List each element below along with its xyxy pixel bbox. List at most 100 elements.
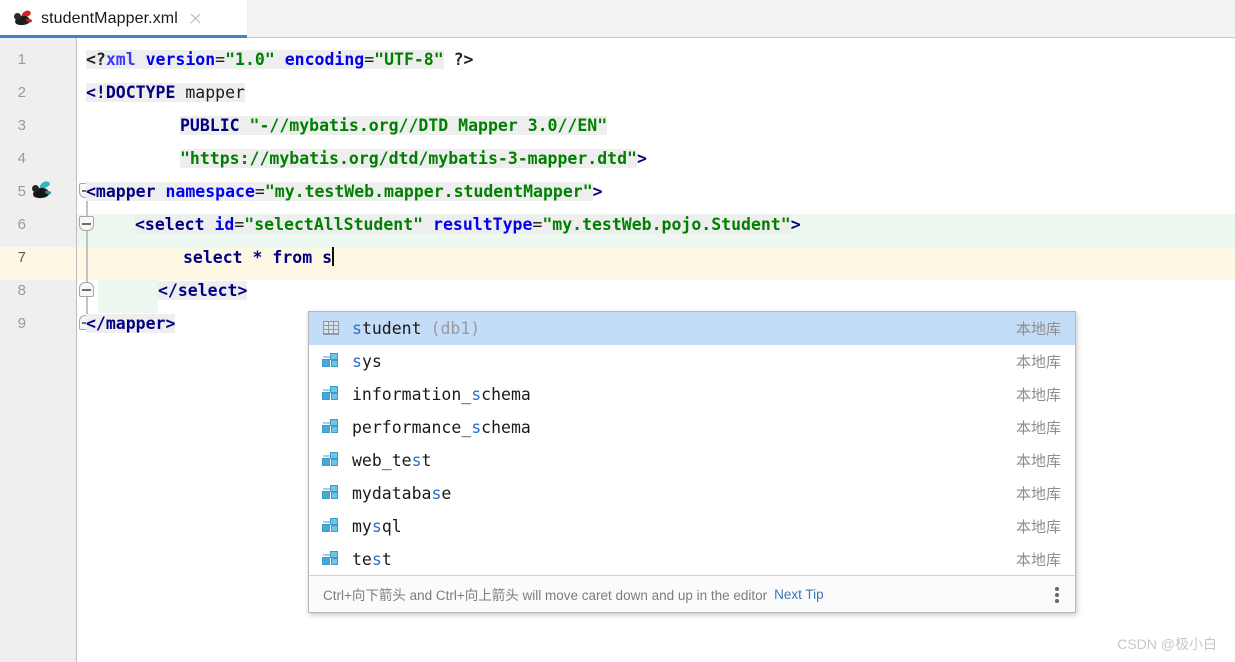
match-prefix: s (352, 352, 362, 371)
completion-item-source: 本地库 (1015, 486, 1061, 503)
completion-item-label: mydatabase (352, 484, 451, 503)
code-token-pi-close: ?> (443, 50, 474, 69)
editor-tab-title: studentMapper.xml (41, 9, 178, 27)
completion-item-source: 本地库 (1015, 519, 1061, 536)
table-icon (322, 320, 341, 337)
csdn-watermark: CSDN @极小白 (1117, 636, 1217, 652)
label-part-b: t (381, 550, 392, 569)
completion-item-label: performance_schema (352, 418, 531, 437)
label-part-a: performance_ (352, 418, 472, 437)
line-number-9: 9 (17, 315, 26, 332)
completion-item-label: web_test (352, 451, 431, 470)
completion-item-label: test (352, 550, 392, 569)
completion-item-source: 本地库 (1015, 387, 1061, 404)
line-number-6: 6 (17, 216, 26, 233)
code-token-attr-resulttype: resultType (433, 215, 533, 234)
completion-item-sys[interactable]: sys 本地库 (309, 345, 1075, 378)
label-part-b: ql (381, 517, 402, 536)
match-prefix: s (371, 550, 382, 569)
match-prefix: s (411, 451, 422, 470)
code-token-public: PUBLIC (180, 116, 240, 135)
code-token-val-id: "selectAllStudent" (244, 215, 424, 234)
code-line-4: "https://mybatis.org/dtd/mybatis-3-mappe… (180, 142, 647, 175)
completion-item-source: 本地库 (1015, 321, 1061, 338)
line-number-5: 5 (17, 183, 26, 200)
code-token-val-resulttype: "my.testWeb.pojo.Student" (542, 215, 791, 234)
label-part-a: information_ (352, 385, 472, 404)
label-rest: ys (361, 352, 382, 371)
code-eq-4: = (234, 215, 245, 234)
completion-popup-footer: Ctrl+向下箭头 and Ctrl+向上箭头 will move caret … (309, 575, 1075, 612)
code-token-close-mapper: </mapper> (86, 314, 176, 333)
schema-icon (322, 518, 341, 535)
code-token-gt: > (636, 149, 647, 168)
close-icon[interactable] (188, 11, 203, 26)
completion-item-sub: (db1) (430, 319, 481, 338)
code-token-gt-6: > (790, 215, 801, 234)
label-part-b: chema (481, 418, 531, 437)
code-token-val-encoding: "UTF-8" (374, 50, 444, 69)
completion-item-performance-schema[interactable]: performance_schema 本地库 (309, 411, 1075, 444)
code-line-6: <select id="selectAllStudent" resultType… (135, 208, 801, 241)
code-token-tag-select: <select (135, 215, 215, 234)
line-number-1: 1 (17, 51, 26, 68)
code-line-1: <?xml version="1.0" encoding="UTF-8" ?> (86, 43, 474, 76)
code-eq-5: = (532, 215, 543, 234)
label-part-a: mydataba (352, 484, 432, 503)
code-token-pi-open: <? (86, 50, 106, 69)
completion-item-mydatabase[interactable]: mydatabase 本地库 (309, 477, 1075, 510)
code-token-attr-namespace: namespace (165, 182, 255, 201)
schema-icon (322, 551, 341, 568)
code-token-xml: xml (105, 50, 136, 69)
line-number-7: 7 (17, 249, 26, 266)
editor-tab-studentmapper[interactable]: studentMapper.xml (0, 0, 247, 37)
completion-item-label: student (352, 319, 422, 338)
completion-item-test[interactable]: test 本地库 (309, 543, 1075, 576)
completion-item-information-schema[interactable]: information_schema 本地库 (309, 378, 1075, 411)
schema-icon (322, 353, 341, 370)
line-number-4: 4 (17, 150, 26, 167)
code-token-attr-version: version (145, 50, 216, 69)
code-token-sql-statement: select * from s (183, 248, 333, 267)
match-prefix: s (471, 418, 482, 437)
label-part-b: e (441, 484, 452, 503)
code-line-3: PUBLIC "-//mybatis.org//DTD Mapper 3.0//… (180, 109, 608, 142)
mybatis-gutter-icon[interactable] (31, 180, 53, 201)
completion-item-label: mysql (352, 517, 402, 536)
completion-item-label: sys (352, 352, 382, 371)
code-line-7[interactable]: select * from s (183, 241, 335, 274)
label-part-a: te (352, 550, 372, 569)
line-6-indent-block (98, 214, 134, 247)
code-token-val-version: "1.0" (225, 50, 275, 69)
code-token-attr-id: id (214, 215, 235, 234)
completion-item-mysql[interactable]: mysql 本地库 (309, 510, 1075, 543)
label-part-b: t (421, 451, 432, 470)
fold-marker-line-6[interactable] (79, 216, 94, 231)
ide-editor-window: studentMapper.xml 1 2 3 4 5 6 7 8 9 <?xm… (0, 0, 1235, 662)
completion-item-source: 本地库 (1015, 420, 1061, 437)
code-token-attr-encoding: encoding (284, 50, 365, 69)
more-options-icon[interactable] (1049, 585, 1065, 603)
completion-item-student[interactable]: student (db1) 本地库 (309, 312, 1075, 345)
code-token-dtd-system-id: "https://mybatis.org/dtd/mybatis-3-mappe… (180, 149, 637, 168)
next-tip-link[interactable]: Next Tip (774, 587, 824, 602)
match-prefix: s (352, 319, 362, 338)
schema-icon (322, 419, 341, 436)
schema-icon (322, 452, 341, 469)
completion-item-source: 本地库 (1015, 354, 1061, 371)
completion-item-label: information_schema (352, 385, 531, 404)
code-completion-popup[interactable]: student (db1) 本地库 sys 本地库 information_sc… (308, 311, 1076, 613)
code-eq: = (215, 50, 226, 69)
line-number-2: 2 (17, 84, 26, 101)
match-prefix: s (371, 517, 382, 536)
completion-item-source: 本地库 (1015, 453, 1061, 470)
fold-marker-line-8[interactable] (79, 282, 94, 297)
line-number-8: 8 (17, 282, 26, 299)
completion-item-web-test[interactable]: web_test 本地库 (309, 444, 1075, 477)
code-editor[interactable]: 1 2 3 4 5 6 7 8 9 <?xml version="1.0" en… (0, 38, 1235, 662)
code-token-doctype-name: mapper (175, 83, 245, 102)
code-eq-2: = (364, 50, 375, 69)
code-space-2 (275, 50, 285, 69)
mybatis-bird-icon (13, 8, 33, 28)
